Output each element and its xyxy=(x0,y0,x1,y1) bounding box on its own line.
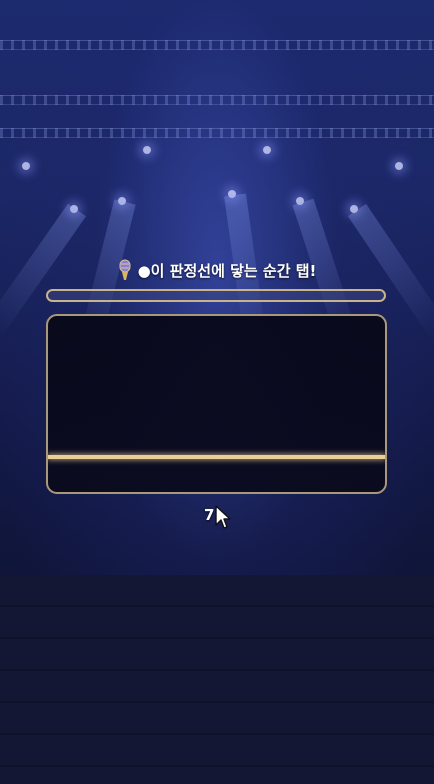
stage-truss xyxy=(0,128,434,138)
stage-truss xyxy=(0,40,434,50)
progress-bar xyxy=(46,289,386,302)
stage-floor xyxy=(0,575,434,784)
instruction-text: ●이 판정선에 닿는 순간 탭! xyxy=(137,261,317,280)
stage-light xyxy=(22,162,30,170)
rhythm-playfield[interactable] xyxy=(46,314,387,494)
stage-light xyxy=(395,162,403,170)
stage-light xyxy=(263,146,271,154)
instruction-banner: ●이 판정선에 닿는 순간 탭! xyxy=(0,258,434,282)
judgment-line xyxy=(48,455,385,459)
microphone-icon xyxy=(119,259,131,280)
stage-light xyxy=(143,146,151,154)
stage-truss xyxy=(0,95,434,105)
mouse-cursor-icon xyxy=(215,505,231,529)
